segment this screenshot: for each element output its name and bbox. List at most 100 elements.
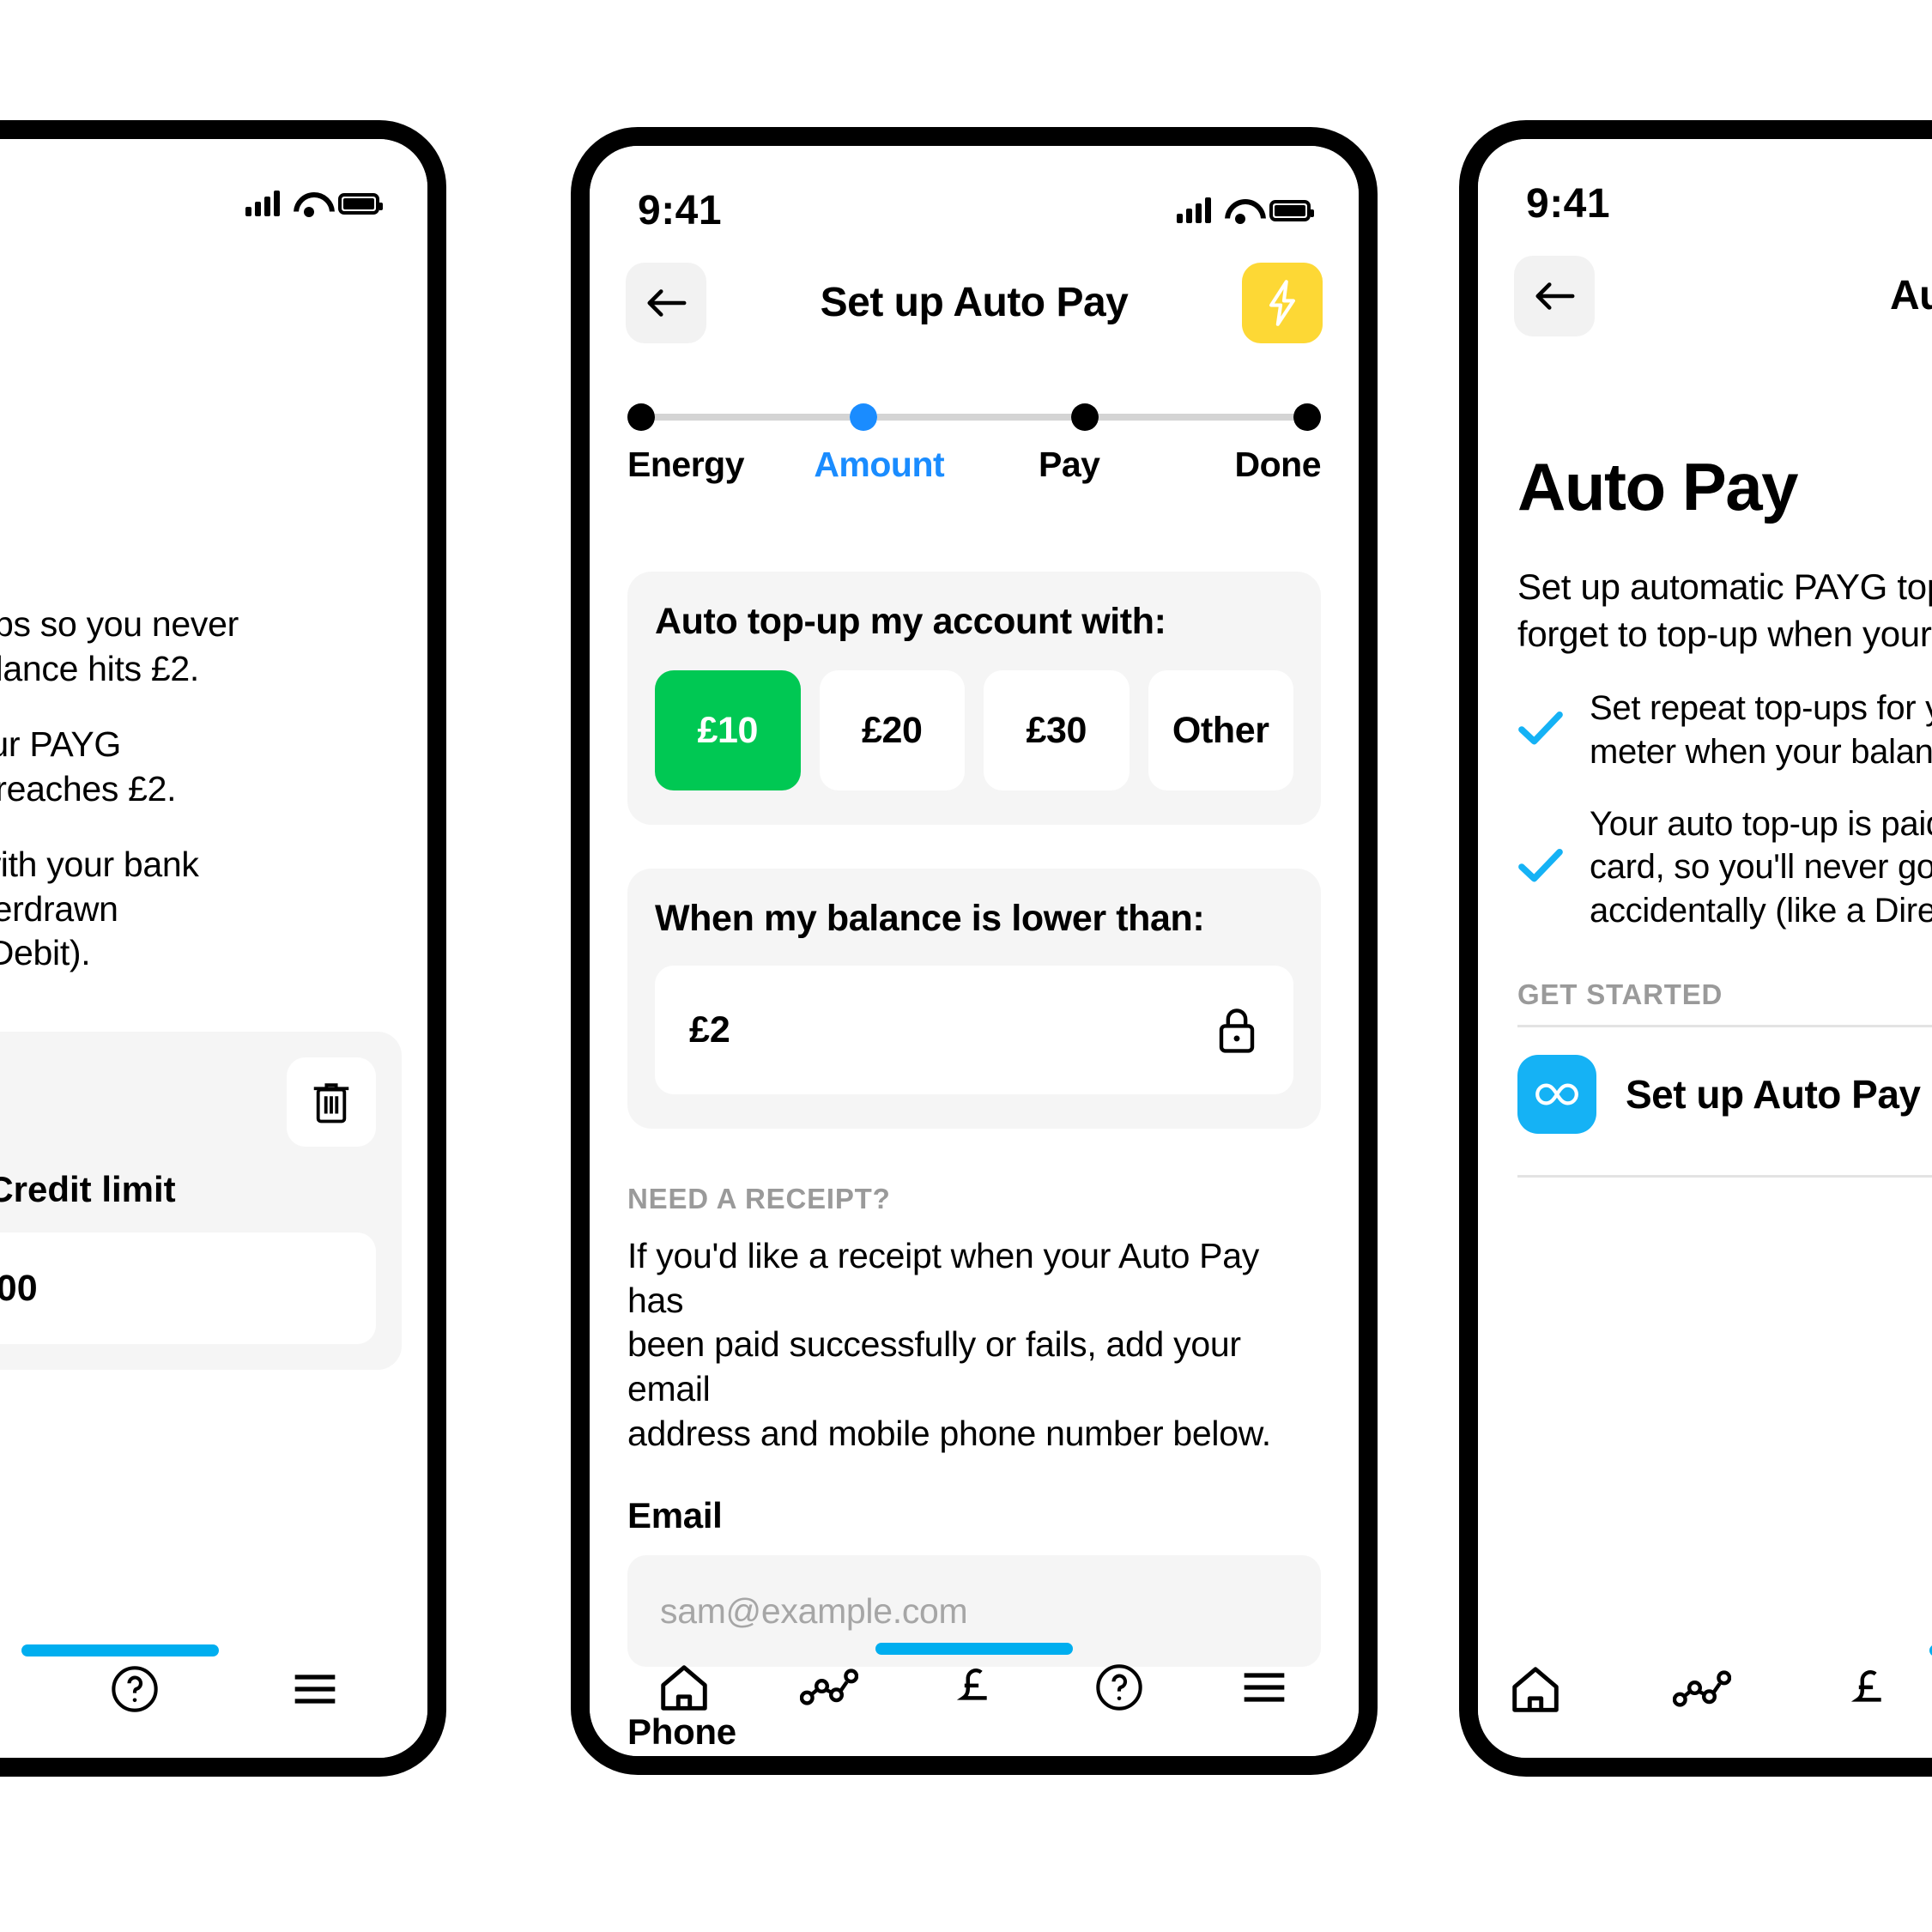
benefit-2-line-3: accidentally (like a Direct [1590,891,1932,930]
pound-icon [1850,1670,1881,1702]
tab-usage[interactable] [797,1656,861,1719]
left-navbar: Auto Pay [0,318,427,365]
get-started-label: Set up Auto Pay [1626,1072,1921,1117]
receipt-body: If you'd like a receipt when your Auto P… [627,1234,1321,1456]
setup-stepper: Energy Amount Pay Done [627,403,1321,485]
tab-usage[interactable] [1670,1657,1734,1721]
left-p1-line1: c PAYG top-ups so you never [0,604,239,644]
lock-icon [1219,1008,1255,1053]
center-navbar: Set up Auto Pay [590,253,1359,352]
right-intro: Set up automatic PAYG top-u forget to to… [1517,564,1932,657]
center-status-bar: 9:41 [590,146,1359,249]
trash-icon [313,1083,349,1123]
benefit-2-line-1: Your auto top-up is paid [1590,804,1932,843]
back-arrow-icon [647,288,687,317]
help-icon [1096,1664,1142,1711]
left-paragraph-2: op-ups for your PAYG your balance reache… [0,723,397,811]
left-status-bar [0,139,427,242]
usage-icon [800,1669,859,1705]
left-p2-line1: op-ups for your PAYG [0,724,121,764]
infinity-icon [1535,1083,1578,1105]
amount-option-30[interactable]: £30 [984,670,1130,790]
battery-icon [338,192,383,215]
step-node-amount[interactable] [849,403,877,431]
right-tabbar [1478,1629,1932,1749]
usage-icon [1673,1670,1731,1707]
phone-right: 9:41 Auto Pay Auto Pay Set up automatic … [1459,120,1932,1777]
right-navbar: Auto Pay [1478,246,1932,345]
benefit-item-2: Your auto top-up is paid card, so you'll… [1517,802,1932,932]
tab-pound[interactable] [1837,1657,1900,1721]
center-screen: 9:41 Set up Auto Pay Energy Amount Pay D… [590,146,1359,1756]
threshold-value: £2 [689,1008,730,1051]
step-label-done: Done [1234,445,1322,484]
get-started-row[interactable]: Set up Auto Pay [1517,1027,1932,1161]
home-icon [661,1665,708,1711]
tab-pound[interactable] [942,1656,1006,1719]
left-tabbar [0,1629,427,1749]
receipt-line-1: If you'd like a receipt when your Auto P… [627,1236,1259,1320]
wifi-icon [294,192,324,217]
center-tabbar [590,1627,1359,1747]
pound-icon [956,1669,987,1700]
left-p3-line3: (like a Direct Debit). [0,933,91,973]
right-status-time: 9:41 [1526,180,1611,227]
right-intro-line-1: Set up automatic PAYG top-u [1517,566,1932,607]
quick-action-button[interactable] [1242,262,1323,343]
right-heading: Auto Pay [1517,449,1799,524]
check-icon [1517,710,1564,750]
stepper-track [627,403,1322,431]
right-page-title: Auto Pay [1889,273,1932,318]
back-button[interactable] [1514,255,1595,336]
credit-limit-row: £2.00 [0,1232,376,1344]
left-p3-line1: p-up is paid with your bank [0,845,199,884]
benefit-2-line-2: card, so you'll never go ov [1590,848,1932,887]
infinity-icon-wrap [1517,1055,1596,1135]
tab-menu[interactable] [1232,1656,1296,1719]
amount-options: £10 £20 £30 Other [655,670,1293,790]
right-content: Auto Pay Set up automatic PAYG top-u for… [1517,448,1932,1178]
check-icon [1517,847,1564,887]
tab-home[interactable] [1504,1657,1567,1721]
credit-limit-card: Credit limit £2.00 [0,1032,402,1370]
amount-option-other[interactable]: Other [1148,670,1293,790]
divider-bottom [1517,1175,1932,1178]
home-icon [1512,1667,1559,1712]
step-label-amount: Amount [814,445,945,484]
phone-left: Auto Pay c PAYG top-ups so you never whe… [0,120,446,1777]
center-status-icons [1177,197,1314,224]
tab-help[interactable] [1087,1656,1151,1719]
email-label: Email [627,1495,723,1536]
tab-menu[interactable] [283,1657,347,1721]
credit-limit-value[interactable]: £2.00 [0,1232,376,1344]
benefit-2-text: Your auto top-up is paid card, so you'll… [1590,802,1932,932]
step-line-3 [1099,414,1294,421]
step-line-2 [876,414,1072,421]
step-node-pay[interactable] [1071,403,1099,431]
step-node-done[interactable] [1293,403,1322,431]
signal-icon [1177,197,1211,223]
amount-option-20[interactable]: £20 [819,670,965,790]
delete-button[interactable] [287,1057,376,1147]
right-screen: 9:41 Auto Pay Auto Pay Set up automatic … [1478,139,1932,1758]
left-paragraph-1: c PAYG top-ups so you never when your ba… [0,603,397,691]
credit-limit-label: Credit limit [0,1169,176,1209]
step-label-pay: Pay [1039,445,1100,484]
tab-help[interactable] [103,1657,167,1721]
step-node-energy[interactable] [627,403,655,431]
center-page-title: Set up Auto Pay [820,280,1129,325]
back-button[interactable] [626,262,706,343]
left-status-icons [245,191,383,217]
step-label-energy: Energy [627,445,744,484]
get-started-kicker: GET STARTED [1517,978,1723,1011]
benefit-1-line-1: Set repeat top-ups for yo [1590,689,1932,728]
menu-icon [1244,1673,1284,1702]
left-page-title: Auto Pay [0,318,427,365]
signal-icon [245,191,280,216]
stepper-labels: Energy Amount Pay Done [627,445,1321,485]
menu-icon [294,1675,336,1704]
amount-option-10[interactable]: £10 [655,670,801,790]
tab-home[interactable] [652,1656,716,1719]
threshold-field[interactable]: £2 [655,966,1293,1094]
help-icon [112,1666,158,1712]
